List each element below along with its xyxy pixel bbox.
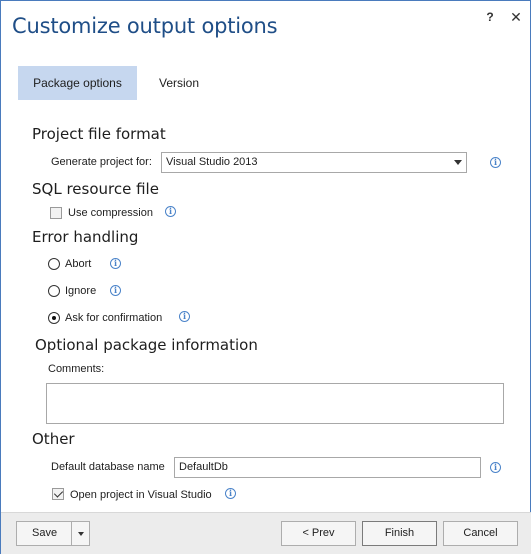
- project-file-format-heading: Project file format: [32, 125, 166, 143]
- use-compression-checkbox[interactable]: [50, 207, 62, 219]
- cancel-button[interactable]: Cancel: [443, 521, 518, 546]
- finish-button[interactable]: Finish: [362, 521, 437, 546]
- tab-package-options[interactable]: Package options: [18, 66, 137, 100]
- use-compression-label: Use compression: [68, 207, 153, 219]
- info-icon[interactable]: i: [490, 462, 501, 473]
- prev-button[interactable]: < Prev: [281, 521, 356, 546]
- ignore-label: Ignore: [65, 285, 97, 297]
- tab-bar: Package options Version: [18, 66, 209, 100]
- generate-project-value: Visual Studio 2013: [166, 156, 258, 168]
- ask-confirmation-radio[interactable]: [48, 312, 60, 324]
- ask-confirmation-label: Ask for confirmation: [65, 312, 163, 324]
- chevron-down-icon: [454, 160, 462, 165]
- default-db-input[interactable]: DefaultDb: [174, 457, 481, 478]
- info-icon[interactable]: i: [225, 488, 236, 499]
- open-project-checkbox[interactable]: [52, 488, 64, 500]
- split-divider: [71, 522, 72, 545]
- help-button[interactable]: ?: [484, 10, 496, 26]
- comments-label: Comments:: [48, 363, 105, 375]
- chevron-down-icon[interactable]: [78, 532, 84, 536]
- generate-project-label: Generate project for:: [51, 156, 152, 168]
- default-db-label: Default database name: [51, 461, 165, 473]
- comments-textarea[interactable]: [46, 383, 504, 424]
- other-heading: Other: [32, 430, 75, 448]
- info-icon[interactable]: i: [165, 206, 176, 217]
- abort-label: Abort: [65, 258, 92, 270]
- ignore-radio[interactable]: [48, 285, 60, 297]
- info-icon[interactable]: i: [179, 311, 190, 322]
- dialog-footer: Save < Prev Finish Cancel: [1, 512, 531, 554]
- info-icon[interactable]: i: [490, 157, 501, 168]
- dialog-title: Customize output options: [12, 14, 278, 38]
- info-icon[interactable]: i: [110, 258, 121, 269]
- info-icon[interactable]: i: [110, 285, 121, 296]
- abort-radio[interactable]: [48, 258, 60, 270]
- customize-output-dialog: Customize output options ? ✕ Package opt…: [0, 0, 531, 554]
- optional-info-heading: Optional package information: [35, 336, 258, 354]
- tab-version[interactable]: Version: [149, 66, 209, 100]
- open-project-label: Open project in Visual Studio: [70, 489, 212, 501]
- error-handling-heading: Error handling: [32, 228, 139, 246]
- save-split-button[interactable]: Save: [16, 521, 90, 546]
- save-button-label: Save: [32, 527, 58, 539]
- close-button[interactable]: ✕: [509, 9, 523, 25]
- generate-project-select[interactable]: Visual Studio 2013: [161, 152, 467, 173]
- sql-resource-heading: SQL resource file: [32, 180, 159, 198]
